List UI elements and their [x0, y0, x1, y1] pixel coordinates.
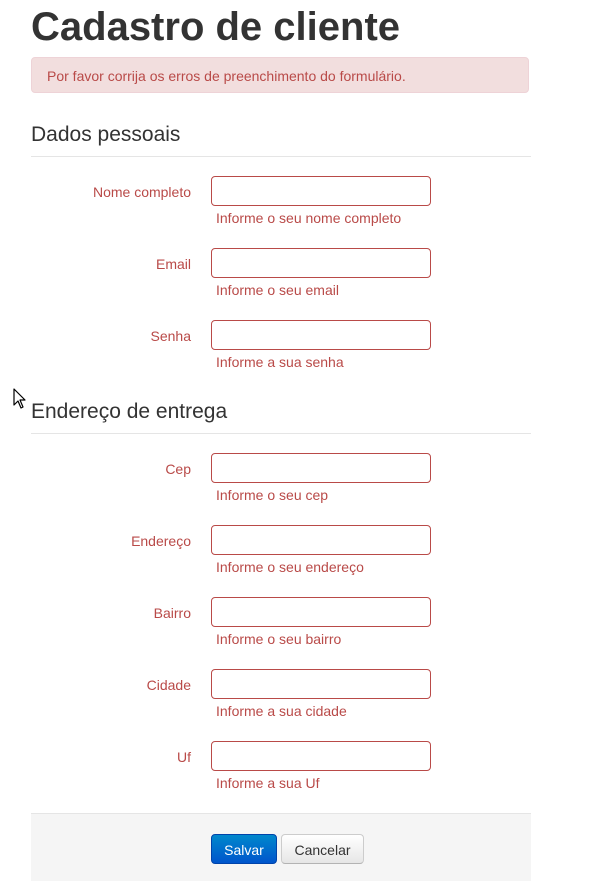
- page-title: Cadastro de cliente: [31, 5, 401, 49]
- email-input[interactable]: [211, 248, 431, 278]
- mouse-pointer-icon: [13, 388, 26, 409]
- nome-completo-input[interactable]: [211, 176, 431, 206]
- field-row-cep: Cep Informe o seu cep: [0, 453, 597, 513]
- field-row-bairro: Bairro Informe o seu bairro: [0, 597, 597, 657]
- help-text-endereco: Informe o seu endereço: [216, 559, 364, 575]
- help-text-cidade: Informe a sua cidade: [216, 703, 347, 719]
- field-label-cidade: Cidade: [146, 677, 191, 693]
- field-label-email: Email: [155, 256, 191, 272]
- help-text-nome-completo: Informe o seu nome completo: [216, 210, 402, 226]
- section-legend-address: Endereço de entrega: [31, 399, 531, 434]
- cep-input[interactable]: [211, 453, 431, 483]
- cidade-input[interactable]: [211, 669, 431, 699]
- field-row-email: Email Informe o seu email: [0, 248, 597, 308]
- field-label-uf: Uf: [177, 749, 191, 765]
- endereco-input[interactable]: [211, 525, 431, 555]
- field-label-nome-completo: Nome completo: [92, 184, 191, 200]
- field-row-uf: Uf Informe a sua Uf: [0, 741, 597, 801]
- senha-input[interactable]: [211, 320, 431, 350]
- help-text-cep: Informe o seu cep: [216, 487, 329, 503]
- help-text-bairro: Informe o seu bairro: [216, 631, 342, 647]
- field-row-nome-completo: Nome completo Informe o seu nome complet…: [0, 176, 597, 236]
- uf-input[interactable]: [211, 741, 431, 771]
- field-row-endereco: Endereço Informe o seu endereço: [0, 525, 597, 585]
- error-alert: Por favor corrija os erros de preenchime…: [31, 57, 529, 93]
- cancel-button[interactable]: Cancelar: [281, 834, 364, 864]
- help-text-uf: Informe a sua Uf: [216, 775, 320, 791]
- help-text-email: Informe o seu email: [216, 282, 339, 298]
- save-button[interactable]: Salvar: [211, 834, 277, 864]
- field-label-cep: Cep: [165, 461, 191, 477]
- field-label-senha: Senha: [150, 328, 191, 344]
- field-label-endereco: Endereço: [131, 533, 191, 549]
- field-row-senha: Senha Informe a sua senha: [0, 320, 597, 380]
- customer-registration-page: Cadastro de cliente Por favor corrija os…: [0, 0, 597, 881]
- field-row-cidade: Cidade Informe a sua cidade: [0, 669, 597, 729]
- form-actions: Salvar Cancelar: [31, 813, 531, 881]
- field-label-bairro: Bairro: [153, 605, 191, 621]
- section-legend-personal: Dados pessoais: [31, 122, 531, 157]
- bairro-input[interactable]: [211, 597, 431, 627]
- help-text-senha: Informe a sua senha: [216, 354, 344, 370]
